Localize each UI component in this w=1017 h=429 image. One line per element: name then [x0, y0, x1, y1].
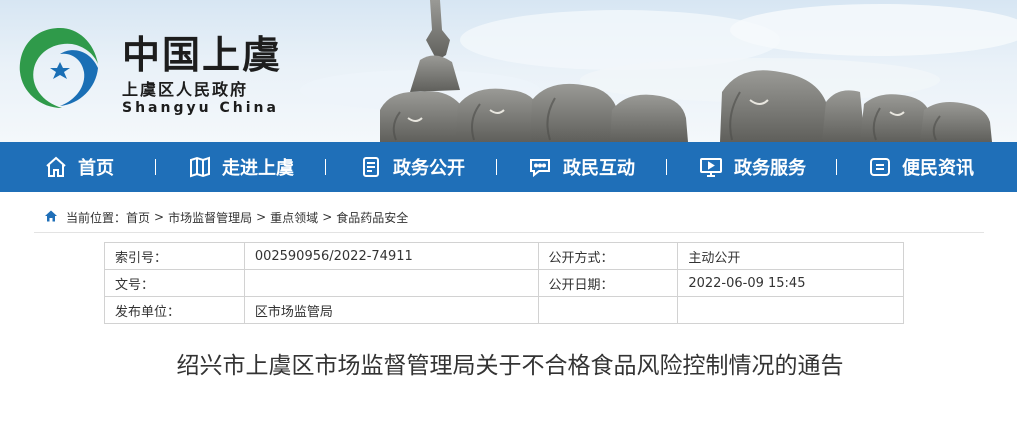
- empty-cell: [677, 296, 904, 324]
- breadcrumb-department[interactable]: 市场监督管理局: [168, 209, 252, 226]
- nav-divider: [155, 159, 156, 175]
- site-title: 中国上虞: [122, 32, 283, 77]
- home-icon: [44, 155, 68, 179]
- breadcrumb: 当前位置： 首页 > 市场监督管理局 > 重点领域 > 食品药品安全: [44, 207, 408, 227]
- breadcrumb-key-area[interactable]: 重点领域: [270, 209, 318, 226]
- doc-number-value: [243, 269, 539, 297]
- document-info-table: 索引号： 002590956/2022-74911 公开方式： 主动公开 文号：…: [104, 242, 904, 324]
- breadcrumb-separator: >: [322, 210, 333, 224]
- index-label: 索引号：: [104, 242, 245, 270]
- table-row: 文号： 公开日期： 2022-06-09 15:45: [104, 269, 904, 297]
- nav-item-services[interactable]: 政务服务: [698, 142, 806, 192]
- monitor-icon: [698, 155, 724, 179]
- publish-method-label: 公开方式：: [537, 242, 679, 270]
- nav-item-gov-info[interactable]: 政务公开: [359, 142, 465, 192]
- document-icon: [359, 155, 383, 179]
- breadcrumb-separator: >: [154, 210, 165, 224]
- nav-label: 走进上虞: [222, 158, 294, 179]
- nav-label: 政务公开: [393, 158, 465, 179]
- nav-label: 政民互动: [563, 158, 635, 179]
- publish-date-label: 公开日期：: [537, 269, 679, 297]
- site-logo[interactable]: 中国上虞 上虞区人民政府 Shangyu China: [14, 16, 314, 126]
- breadcrumb-home[interactable]: 首页: [126, 209, 150, 226]
- site-subtitle: 上虞区人民政府: [122, 80, 249, 99]
- chat-icon: [527, 155, 553, 179]
- breadcrumb-prefix: 当前位置：: [66, 210, 127, 225]
- empty-cell: [537, 296, 679, 324]
- nav-item-about[interactable]: 走进上虞: [188, 142, 294, 192]
- main-nav: 首页 走进上虞 政务公开 政民互动 政务服务 便民资讯: [0, 142, 1017, 192]
- doc-number-label: 文号：: [104, 269, 245, 297]
- header-banner: 中国上虞 上虞区人民政府 Shangyu China: [0, 0, 1017, 142]
- nav-label: 政务服务: [734, 158, 806, 179]
- publish-date-value: 2022-06-09 15:45: [677, 269, 904, 297]
- map-icon: [188, 155, 212, 179]
- nav-label: 首页: [78, 158, 114, 179]
- publisher-value: 区市场监管局: [243, 296, 539, 324]
- logo-emblem-icon: [19, 28, 98, 108]
- nav-label: 便民资讯: [902, 158, 974, 179]
- nav-item-public-info[interactable]: 便民资讯: [868, 142, 974, 192]
- table-row: 索引号： 002590956/2022-74911 公开方式： 主动公开: [104, 242, 904, 270]
- breadcrumb-current[interactable]: 食品药品安全: [336, 209, 408, 226]
- home-icon: [44, 209, 58, 226]
- nav-divider: [836, 159, 837, 175]
- nav-divider: [496, 159, 497, 175]
- breadcrumb-divider: [34, 232, 984, 233]
- document-title: 绍兴市上虞区市场监督管理局关于不合格食品风险控制情况的通告: [176, 353, 844, 379]
- statue-image: [380, 0, 992, 142]
- publisher-label: 发布单位：: [104, 296, 245, 324]
- nav-divider: [325, 159, 326, 175]
- index-value: 002590956/2022-74911: [243, 242, 539, 270]
- table-row: 发布单位： 区市场监管局: [104, 296, 904, 324]
- breadcrumb-separator: >: [256, 210, 267, 224]
- nav-item-interaction[interactable]: 政民互动: [527, 142, 635, 192]
- publish-method-value: 主动公开: [677, 242, 904, 270]
- nav-divider: [666, 159, 667, 175]
- nav-item-home[interactable]: 首页: [44, 142, 114, 192]
- site-subtitle-en: Shangyu China: [122, 100, 279, 116]
- info-icon: [868, 155, 892, 179]
